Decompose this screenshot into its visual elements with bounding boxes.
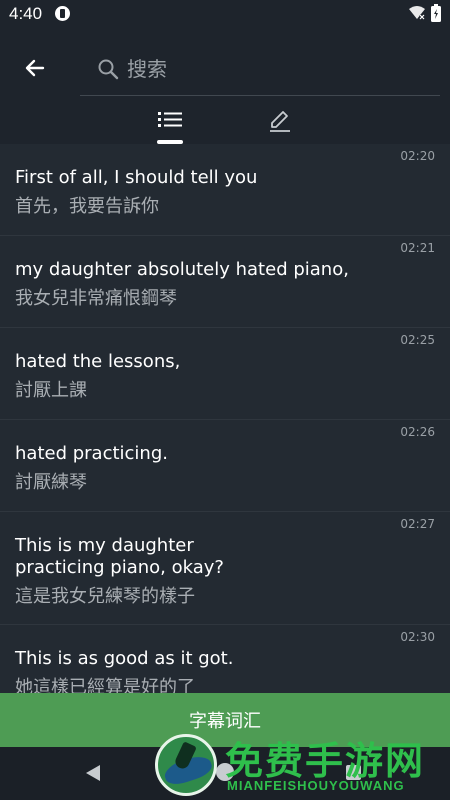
wifi-icon (409, 6, 425, 20)
subtitle-chinese-text: 她這樣已經算是好的了 (15, 677, 195, 693)
search-box[interactable] (80, 46, 440, 96)
subtitle-timestamp: 02:25 (400, 333, 435, 347)
subtitle-english-text: This is as good as it got. (15, 648, 234, 669)
subtitle-row[interactable]: 02:21 my daughter absolutely hated piano,… (0, 236, 450, 328)
watermark-subtitle: MIANFEISHOUYOUWANG (227, 778, 405, 793)
list-icon (158, 112, 182, 127)
subtitle-row[interactable]: 02:25 hated the lessons, 討厭上課 (0, 328, 450, 420)
subtitle-timestamp: 02:27 (400, 517, 435, 531)
back-button[interactable] (15, 48, 55, 88)
watermark: 免费手游网 MIANFEISHOUYOUWANG (155, 730, 450, 800)
subtitle-timestamp: 02:30 (400, 630, 435, 644)
subtitle-timestamp: 02:20 (400, 149, 435, 163)
subtitle-english-text: This is my daughter practicing piano, ok… (15, 535, 224, 578)
subtitle-chinese-text: 討厭練琴 (15, 472, 87, 493)
search-icon (98, 59, 119, 80)
subtitle-row[interactable]: 02:20 First of all, I should tell you 首先，我… (0, 144, 450, 236)
subtitle-english-text: my daughter absolutely hated piano, (15, 259, 349, 280)
subtitle-timestamp: 02:26 (400, 425, 435, 439)
battery-icon (431, 4, 441, 22)
search-input[interactable] (127, 54, 427, 84)
subtitle-row[interactable]: 02:27 This is my daughter practicing pian… (0, 512, 450, 625)
subtitle-english-text: hated the lessons, (15, 351, 181, 372)
tab-edit[interactable] (250, 108, 310, 144)
notification-app-icon (55, 6, 70, 21)
subtitle-english-text: hated practicing. (15, 443, 168, 464)
watermark-logo (155, 734, 217, 796)
subtitle-list[interactable]: 02:20 First of all, I should tell you 首先，我… (0, 144, 450, 693)
tab-list[interactable] (140, 108, 200, 144)
subtitle-chinese-text: 我女兒非常痛恨鋼琴 (15, 288, 177, 309)
edit-icon (270, 111, 290, 132)
arrow-left-icon (25, 59, 45, 77)
top-bar (0, 28, 450, 144)
subtitle-chinese-text: 首先，我要告訴你 (15, 196, 159, 217)
subtitle-english-text: First of all, I should tell you (15, 167, 258, 188)
subtitle-chinese-text: 討厭上課 (15, 380, 87, 401)
subtitle-row[interactable]: 02:30 This is as good as it got. 她這樣已經算是好的… (0, 625, 450, 693)
subtitle-timestamp: 02:21 (400, 241, 435, 255)
status-time: 4:40 (9, 4, 43, 23)
nav-back-icon[interactable] (86, 765, 100, 781)
subtitle-row[interactable]: 02:26 hated practicing. 討厭練琴 (0, 420, 450, 512)
status-bar: 4:40 (0, 0, 450, 28)
subtitle-chinese-text: 這是我女兒練琴的樣子 (15, 586, 195, 607)
watermark-title: 免费手游网 (225, 739, 426, 783)
